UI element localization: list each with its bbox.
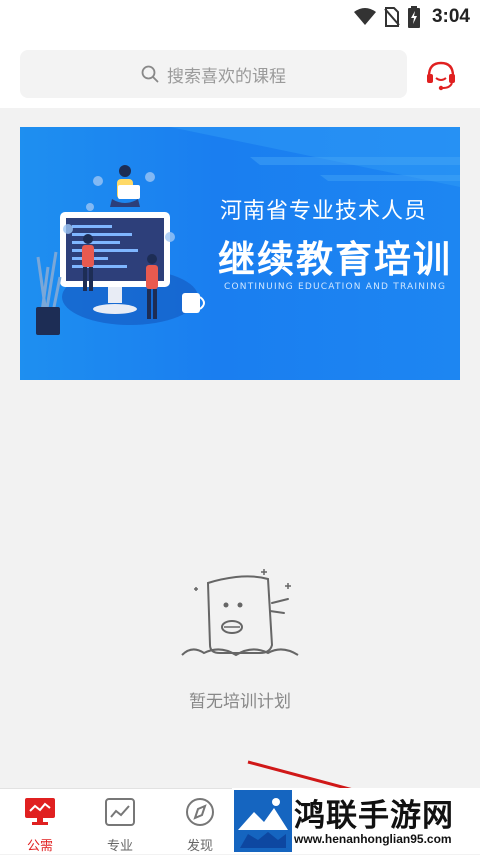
tab-gongxu[interactable]: 公需 (0, 789, 80, 855)
annotation-arrow (247, 760, 440, 816)
watermark: 鸿联手游网 www.henanhonglian95.com (232, 788, 480, 854)
watermark-name: 鸿联手游网 (294, 798, 454, 834)
monitor-icon (25, 798, 55, 825)
tab-zhuanye[interactable]: 专业 (80, 789, 160, 855)
tab-label-gongxu: 公需 (26, 839, 53, 854)
tab-faxian[interactable]: 发现 (160, 789, 240, 855)
tab-label-faxian: 发现 (186, 839, 213, 854)
watermark-url: www.henanhonglian95.com (294, 832, 452, 846)
chart-icon (105, 798, 135, 826)
tab-label-zhuanye: 专业 (106, 839, 133, 854)
watermark-logo (234, 790, 292, 852)
compass-icon (186, 798, 214, 826)
